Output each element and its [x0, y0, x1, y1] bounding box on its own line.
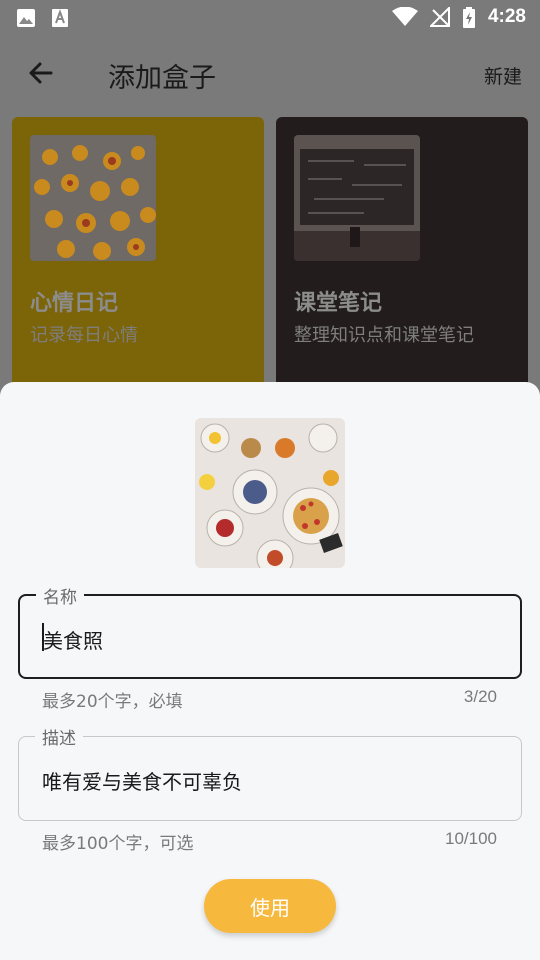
- use-button[interactable]: 使用: [204, 879, 336, 933]
- battery-charging-icon: [462, 7, 476, 28]
- description-field[interactable]: 描述 唯有爱与美食不可辜负: [18, 724, 522, 821]
- cover-image[interactable]: [195, 418, 345, 568]
- status-time: 4:28: [487, 6, 526, 27]
- description-helper-text: 最多100个字，可选: [42, 834, 194, 854]
- card-subtitle: 记录每日心情: [30, 325, 138, 346]
- name-input[interactable]: 美食照: [43, 625, 103, 654]
- blackboard-thumbnail: [294, 135, 420, 261]
- page-title: 添加盒子: [108, 63, 216, 94]
- description-input[interactable]: 唯有爱与美食不可辜负: [42, 766, 242, 795]
- name-field-label: 名称: [36, 583, 84, 608]
- image-icon: [16, 8, 36, 28]
- description-char-counter: 10/100: [445, 829, 497, 848]
- description-field-label: 描述: [35, 724, 83, 749]
- new-button[interactable]: 新建: [484, 62, 522, 89]
- wifi-icon: [391, 6, 418, 27]
- add-box-sheet: 名称 美食照 最多20个字，必填 3/20 描述 唯有爱与美食不可辜负 最多10…: [0, 382, 540, 960]
- name-char-counter: 3/20: [463, 687, 497, 706]
- status-bar: 4:28: [0, 0, 540, 36]
- card-title: 心情日记: [30, 291, 119, 316]
- card-subtitle: 整理知识点和课堂笔记: [294, 325, 474, 346]
- box-card-class-notes[interactable]: 课堂笔记 整理知识点和课堂笔记: [276, 117, 528, 397]
- emoji-thumbnail: [30, 135, 156, 261]
- box-card-mood-diary[interactable]: 心情日记 记录每日心情: [12, 117, 264, 397]
- card-title: 课堂笔记: [294, 291, 383, 316]
- name-helper-text: 最多20个字，必填: [42, 692, 183, 712]
- name-field[interactable]: 名称 美食照: [18, 583, 522, 679]
- back-button[interactable]: [22, 56, 60, 94]
- text-a-icon: [50, 8, 70, 28]
- arrow-left-icon: [28, 60, 54, 90]
- app-header: 添加盒子 新建: [0, 36, 540, 112]
- no-signal-icon: [428, 5, 450, 27]
